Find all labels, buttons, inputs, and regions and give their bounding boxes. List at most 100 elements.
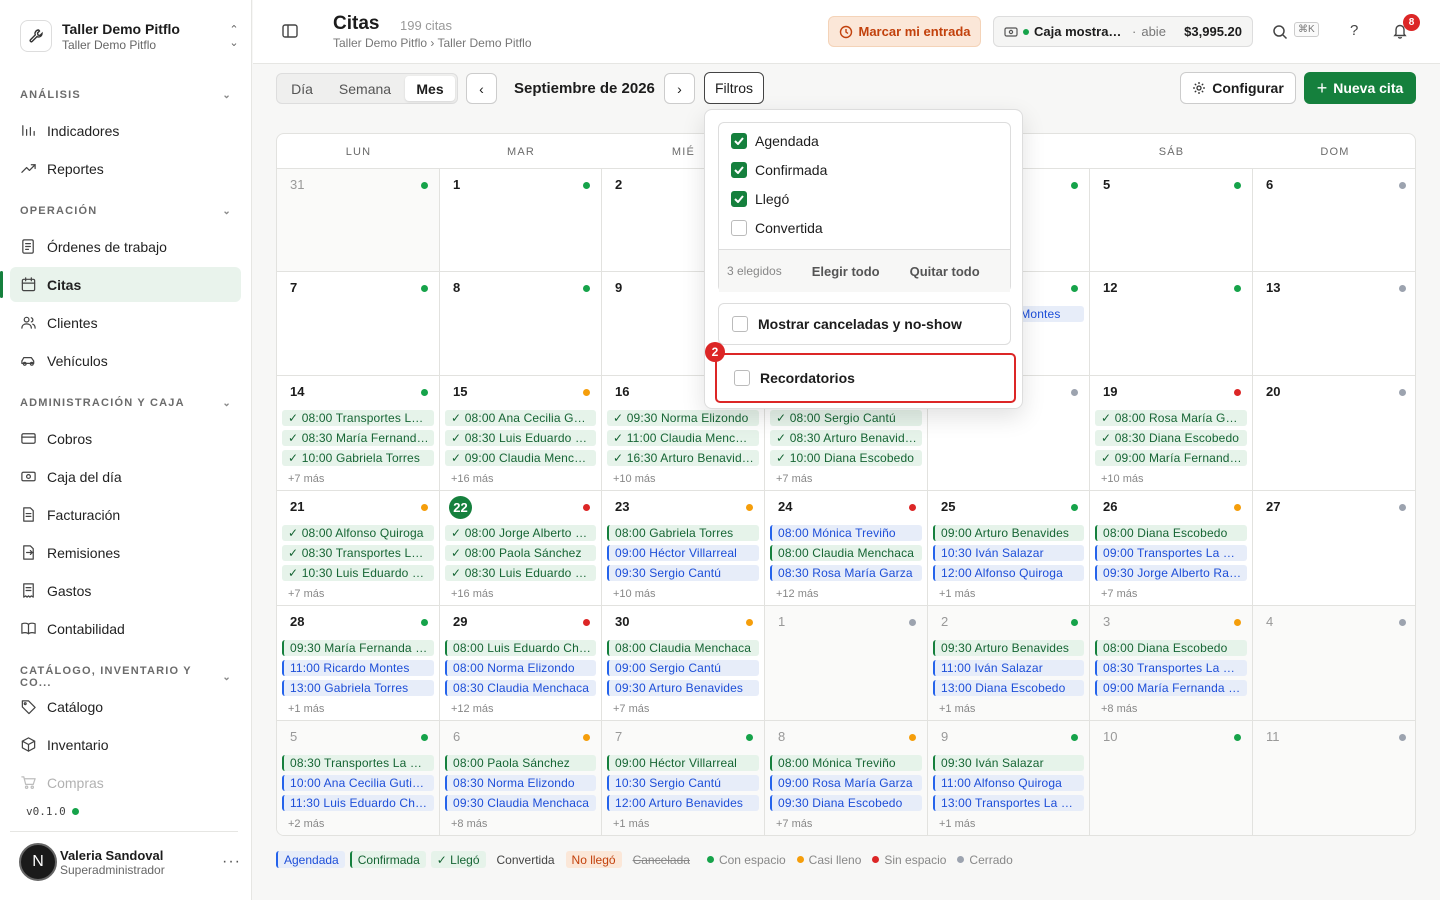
filter-convertida[interactable]: Convertida xyxy=(731,220,823,236)
sidebar-item-contabilidad[interactable]: Contabilidad xyxy=(10,611,241,646)
calendar-day-cell[interactable]: 9 09:30 Iván Salazar 11:00 Alfonso Quiroga… xyxy=(928,721,1090,835)
mark-entry-button[interactable]: Marcar mi entrada xyxy=(828,16,981,47)
more-appointments-link[interactable]: +10 más xyxy=(613,588,656,600)
sidebar-item-facturación[interactable]: Facturación xyxy=(10,497,241,532)
calendar-day-cell[interactable]: 20 xyxy=(1253,376,1415,491)
calendar-day-cell[interactable]: 11 xyxy=(1253,721,1415,835)
calendar-day-cell[interactable]: 12 xyxy=(1090,272,1253,376)
appointment-chip[interactable]: 10:30 Sergio Cantú xyxy=(607,775,759,791)
more-appointments-link[interactable]: +16 más xyxy=(451,473,494,485)
calendar-day-cell[interactable]: 3 08:00 Diana Escobedo 08:30 Transportes L… xyxy=(1090,606,1253,721)
appointment-chip[interactable]: 08:00 Diana Escobedo xyxy=(1095,640,1247,656)
appointment-chip[interactable]: 08:00 Paola Sánchez xyxy=(445,755,596,771)
sidebar-item-gastos[interactable]: Gastos xyxy=(10,573,241,608)
more-appointments-link[interactable]: +7 más xyxy=(776,818,812,830)
appointment-chip[interactable]: ✓ 09:00 María Fernanda López xyxy=(1095,450,1247,466)
calendar-day-cell[interactable]: 23 08:00 Gabriela Torres 09:00 Héctor Vill… xyxy=(602,491,765,606)
filter-llego[interactable]: Llegó xyxy=(731,191,789,207)
section-header-operacion[interactable]: OPERACIÓN ⌄ xyxy=(20,205,232,217)
calendar-day-cell[interactable]: 24 08:00 Mónica Treviño 08:00 Claudia Menc… xyxy=(765,491,928,606)
appointment-chip[interactable]: ✓ 08:30 Luis Eduardo Chávez xyxy=(445,430,596,446)
calendar-day-cell[interactable]: 7 09:00 Héctor Villarreal 10:30 Sergio Can… xyxy=(602,721,765,835)
calendar-day-cell[interactable]: 22✓ 08:00 Jorge Alberto Ramos✓ 08:00 Pao… xyxy=(440,491,602,606)
clear-all-button[interactable]: Quitar todo xyxy=(910,264,980,279)
calendar-day-cell[interactable]: 7 xyxy=(277,272,440,376)
calendar-day-cell[interactable]: 19 ✓ 08:00 Rosa María Garza ✓ 08:30 Diana … xyxy=(1090,376,1253,491)
calendar-day-cell[interactable]: 10 xyxy=(1090,721,1253,835)
sidebar-item-compras[interactable]: Compras xyxy=(10,765,241,800)
appointment-chip[interactable]: 09:00 Transportes La Dorada xyxy=(1095,545,1247,561)
calendar-day-cell[interactable]: 8 08:00 Mónica Treviño 09:00 Rosa María Ga… xyxy=(765,721,928,835)
more-appointments-link[interactable]: +1 más xyxy=(288,703,324,715)
appointment-chip[interactable]: 09:30 Arturo Benavides xyxy=(933,640,1084,656)
appointment-chip[interactable]: 09:00 Sergio Cantú xyxy=(607,660,759,676)
more-appointments-link[interactable]: +1 más xyxy=(939,588,975,600)
appointment-chip[interactable]: ✓ 08:30 María Fernanda López xyxy=(282,430,434,446)
calendar-day-cell[interactable]: 15✓ 08:00 Ana Cecilia Gutiérrez✓ 08:30 L… xyxy=(440,376,602,491)
appointment-chip[interactable]: 08:30 Transportes La Dorada xyxy=(282,755,434,771)
appointment-chip[interactable]: 08:00 Luis Eduardo Chávez xyxy=(445,640,596,656)
show-cancelled-toggle[interactable]: Mostrar canceladas y no-show xyxy=(718,303,1011,345)
calendar-day-cell[interactable]: 25 09:00 Arturo Benavides 10:30 Iván Salaz… xyxy=(928,491,1090,606)
sidebar-item-inventario[interactable]: Inventario xyxy=(10,727,241,762)
appointment-chip[interactable]: ✓ 09:00 Claudia Menchaca xyxy=(445,450,596,466)
appointment-chip[interactable]: 11:00 Ricardo Montes xyxy=(282,660,434,676)
reminders-toggle[interactable]: Recordatorios xyxy=(715,353,1016,403)
appointment-chip[interactable]: 08:00 Gabriela Torres xyxy=(607,525,759,541)
appointment-chip[interactable]: 08:00 Claudia Menchaca xyxy=(770,545,922,561)
appointment-chip[interactable]: 08:30 Norma Elizondo xyxy=(445,775,596,791)
user-menu[interactable]: N Valeria Sandoval Superadministrador ··… xyxy=(19,842,241,882)
calendar-day-cell[interactable]: 8 xyxy=(440,272,602,376)
appointment-chip[interactable]: ✓ 08:00 Paola Sánchez xyxy=(445,545,596,561)
checkbox-unchecked-icon[interactable] xyxy=(731,220,747,236)
calendar-day-cell[interactable]: 6 xyxy=(1253,169,1415,272)
cash-register-selector[interactable]: Caja mostrad... · abie $3,995.20 xyxy=(993,16,1253,47)
prev-month-button[interactable]: ‹ xyxy=(466,73,497,104)
appointment-chip[interactable]: ✓ 10:00 Gabriela Torres xyxy=(282,450,434,466)
sidebar-item-indicadores[interactable]: Indicadores xyxy=(10,113,241,148)
appointment-chip[interactable]: 09:30 Arturo Benavides xyxy=(607,680,759,696)
appointment-chip[interactable]: 09:30 Sergio Cantú xyxy=(607,565,759,581)
sidebar-item-órdenes-de-trabajo[interactable]: Órdenes de trabajo xyxy=(10,229,241,264)
toggle-sidebar-icon[interactable] xyxy=(281,22,299,40)
view-week-button[interactable]: Semana xyxy=(325,76,405,101)
more-appointments-link[interactable]: +12 más xyxy=(776,588,819,600)
search-icon[interactable] xyxy=(1272,24,1288,43)
appointment-chip[interactable]: 13:00 Transportes La Dorada xyxy=(933,795,1084,811)
sidebar-item-reportes[interactable]: Reportes xyxy=(10,151,241,186)
appointment-chip[interactable]: ✓ 08:00 Transportes La Dorada xyxy=(282,410,434,426)
more-appointments-link[interactable]: +8 más xyxy=(1101,703,1137,715)
calendar-day-cell[interactable]: 5 08:30 Transportes La Dorada 10:00 Ana Ce… xyxy=(277,721,440,835)
appointment-chip[interactable]: 08:00 Mónica Treviño xyxy=(770,755,922,771)
appointment-chip[interactable]: 13:00 Gabriela Torres xyxy=(282,680,434,696)
appointment-chip[interactable]: 12:00 Arturo Benavides xyxy=(607,795,759,811)
sidebar-item-remisiones[interactable]: Remisiones xyxy=(10,535,241,570)
view-day-button[interactable]: Día xyxy=(279,76,325,101)
checkbox-unchecked-icon[interactable] xyxy=(732,316,748,332)
appointment-chip[interactable]: ✓ 08:00 Ana Cecilia Gutiérrez xyxy=(445,410,596,426)
appointment-chip[interactable]: 09:00 Rosa María Garza xyxy=(770,775,922,791)
calendar-day-cell[interactable]: 1 xyxy=(440,169,602,272)
calendar-day-cell[interactable]: 28 09:30 María Fernanda López 11:00 Ricard… xyxy=(277,606,440,721)
appointment-chip[interactable]: 10:00 Ana Cecilia Gutiérrez xyxy=(282,775,434,791)
more-appointments-link[interactable]: +12 más xyxy=(451,703,494,715)
appointment-chip[interactable]: 08:30 Claudia Menchaca xyxy=(445,680,596,696)
new-appointment-button[interactable]: + Nueva cita xyxy=(1304,72,1416,104)
more-appointments-link[interactable]: +7 más xyxy=(776,473,812,485)
sidebar-item-citas[interactable]: Citas xyxy=(0,267,241,302)
calendar-day-cell[interactable]: 14✓ 08:00 Transportes La Dorada✓ 08:30 M… xyxy=(277,376,440,491)
filters-button[interactable]: Filtros xyxy=(704,72,764,104)
appointment-chip[interactable]: ✓ 09:30 Norma Elizondo xyxy=(607,410,759,426)
checkbox-unchecked-icon[interactable] xyxy=(734,370,750,386)
appointment-chip[interactable]: 08:00 Mónica Treviño xyxy=(770,525,922,541)
sidebar-item-catálogo[interactable]: Catálogo xyxy=(10,689,241,724)
calendar-day-cell[interactable]: 13 xyxy=(1253,272,1415,376)
more-appointments-link[interactable]: +16 más xyxy=(451,588,494,600)
appointment-chip[interactable]: ✓ 08:00 Jorge Alberto Ramos xyxy=(445,525,596,541)
calendar-day-cell[interactable]: 26 08:00 Diana Escobedo 09:00 Transportes … xyxy=(1090,491,1253,606)
calendar-day-cell[interactable]: 6 08:00 Paola Sánchez 08:30 Norma Elizondo… xyxy=(440,721,602,835)
appointment-chip[interactable]: ✓ 11:00 Claudia Menchaca xyxy=(607,430,759,446)
appointment-chip[interactable]: ✓ 08:00 Sergio Cantú xyxy=(770,410,922,426)
more-appointments-link[interactable]: +1 más xyxy=(613,818,649,830)
checkbox-checked-icon[interactable] xyxy=(731,133,747,149)
